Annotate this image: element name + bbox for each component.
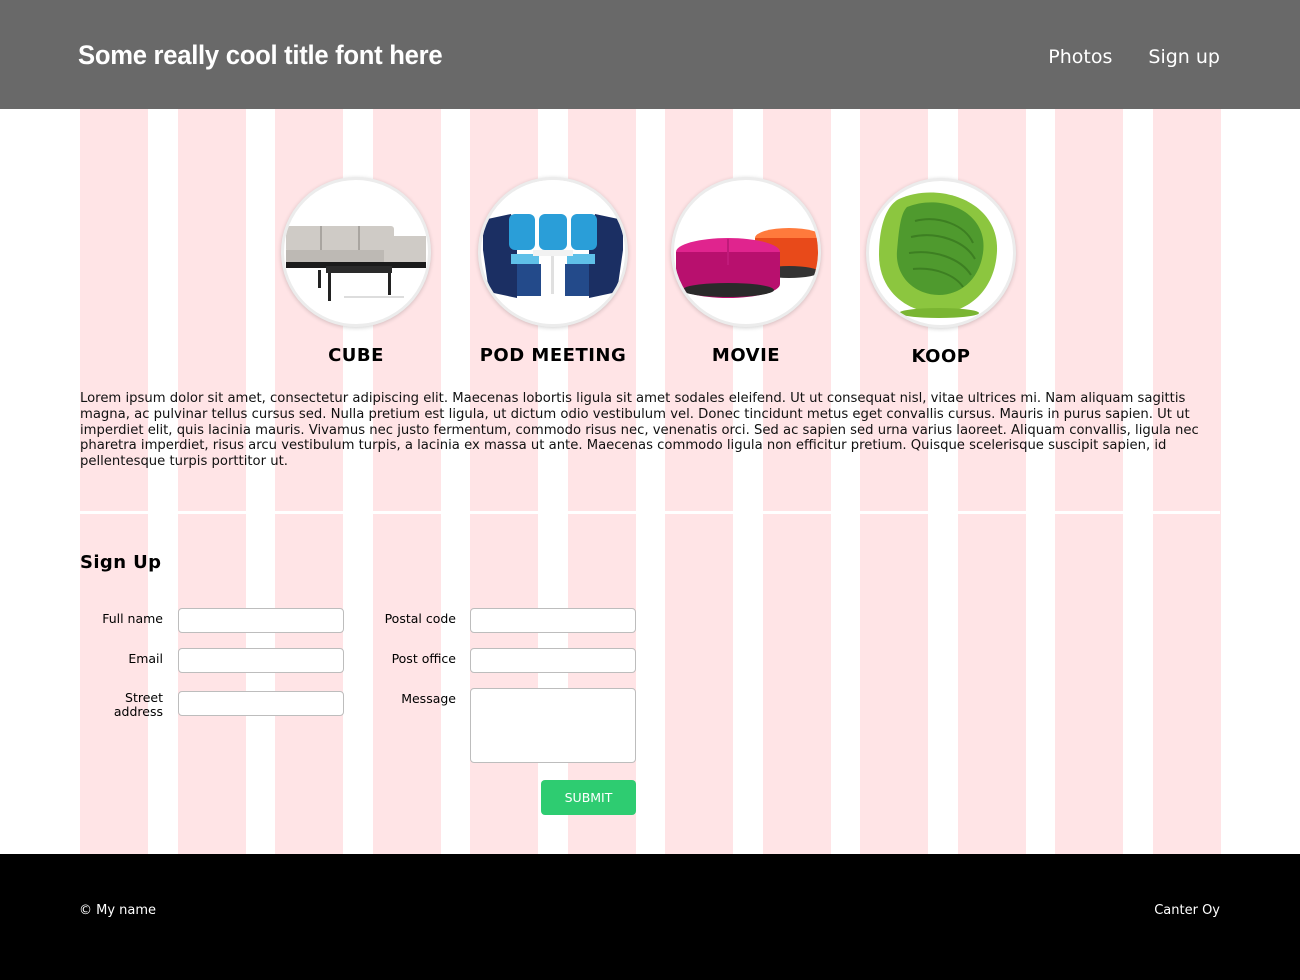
- email-label: Email: [128, 651, 163, 666]
- full-name-label: Full name: [102, 611, 163, 626]
- main-nav: Photos Sign up: [1048, 46, 1220, 68]
- intro-paragraph: Lorem ipsum dolor sit amet, consectetur …: [80, 391, 1199, 470]
- grid-column: [178, 109, 246, 854]
- submit-button[interactable]: SUBMIT: [541, 780, 636, 815]
- street-address-label-line1: Street: [125, 690, 163, 705]
- footer-company: Canter Oy: [1154, 903, 1220, 918]
- street-address-label: Street address: [80, 691, 163, 719]
- post-office-label: Post office: [391, 651, 456, 666]
- lounge-chair-icon[interactable]: [866, 178, 1016, 328]
- street-address-label-line2: address: [113, 704, 163, 719]
- street-address-input[interactable]: [178, 691, 344, 716]
- grid-column: [1153, 109, 1221, 854]
- product-cube[interactable]: CUBE: [281, 177, 431, 366]
- product-koop[interactable]: KOOP: [866, 178, 1016, 367]
- nav-link-sign-up[interactable]: Sign up: [1148, 46, 1220, 68]
- grid-column: [1055, 109, 1123, 854]
- product-name: KOOP: [911, 346, 971, 367]
- footer-copyright: © My name: [79, 903, 157, 918]
- postal-code-label: Postal code: [384, 611, 456, 626]
- product-pod-meeting[interactable]: POD MEETING: [478, 177, 628, 366]
- section-divider: [80, 511, 1220, 514]
- message-label: Message: [401, 691, 456, 706]
- ottoman-icon[interactable]: [671, 177, 821, 327]
- post-office-input[interactable]: [470, 648, 636, 673]
- email-input[interactable]: [178, 648, 344, 673]
- product-name: MOVIE: [711, 345, 781, 366]
- site-title: Some really cool title font here: [78, 40, 443, 70]
- site-footer: © My name Canter Oy: [0, 854, 1300, 980]
- signup-heading: Sign Up: [80, 552, 162, 573]
- product-movie[interactable]: MOVIE: [671, 177, 821, 366]
- sofa-icon[interactable]: [281, 177, 431, 327]
- site-header: Some really cool title font here Photos …: [0, 0, 1300, 109]
- message-textarea[interactable]: [470, 688, 636, 763]
- full-name-input[interactable]: [178, 608, 344, 633]
- grid-column: [80, 109, 148, 854]
- meeting-pod-icon[interactable]: [478, 177, 628, 327]
- nav-link-photos[interactable]: Photos: [1048, 46, 1112, 68]
- postal-code-input[interactable]: [470, 608, 636, 633]
- product-name: CUBE: [328, 345, 384, 366]
- product-name: POD MEETING: [479, 345, 627, 366]
